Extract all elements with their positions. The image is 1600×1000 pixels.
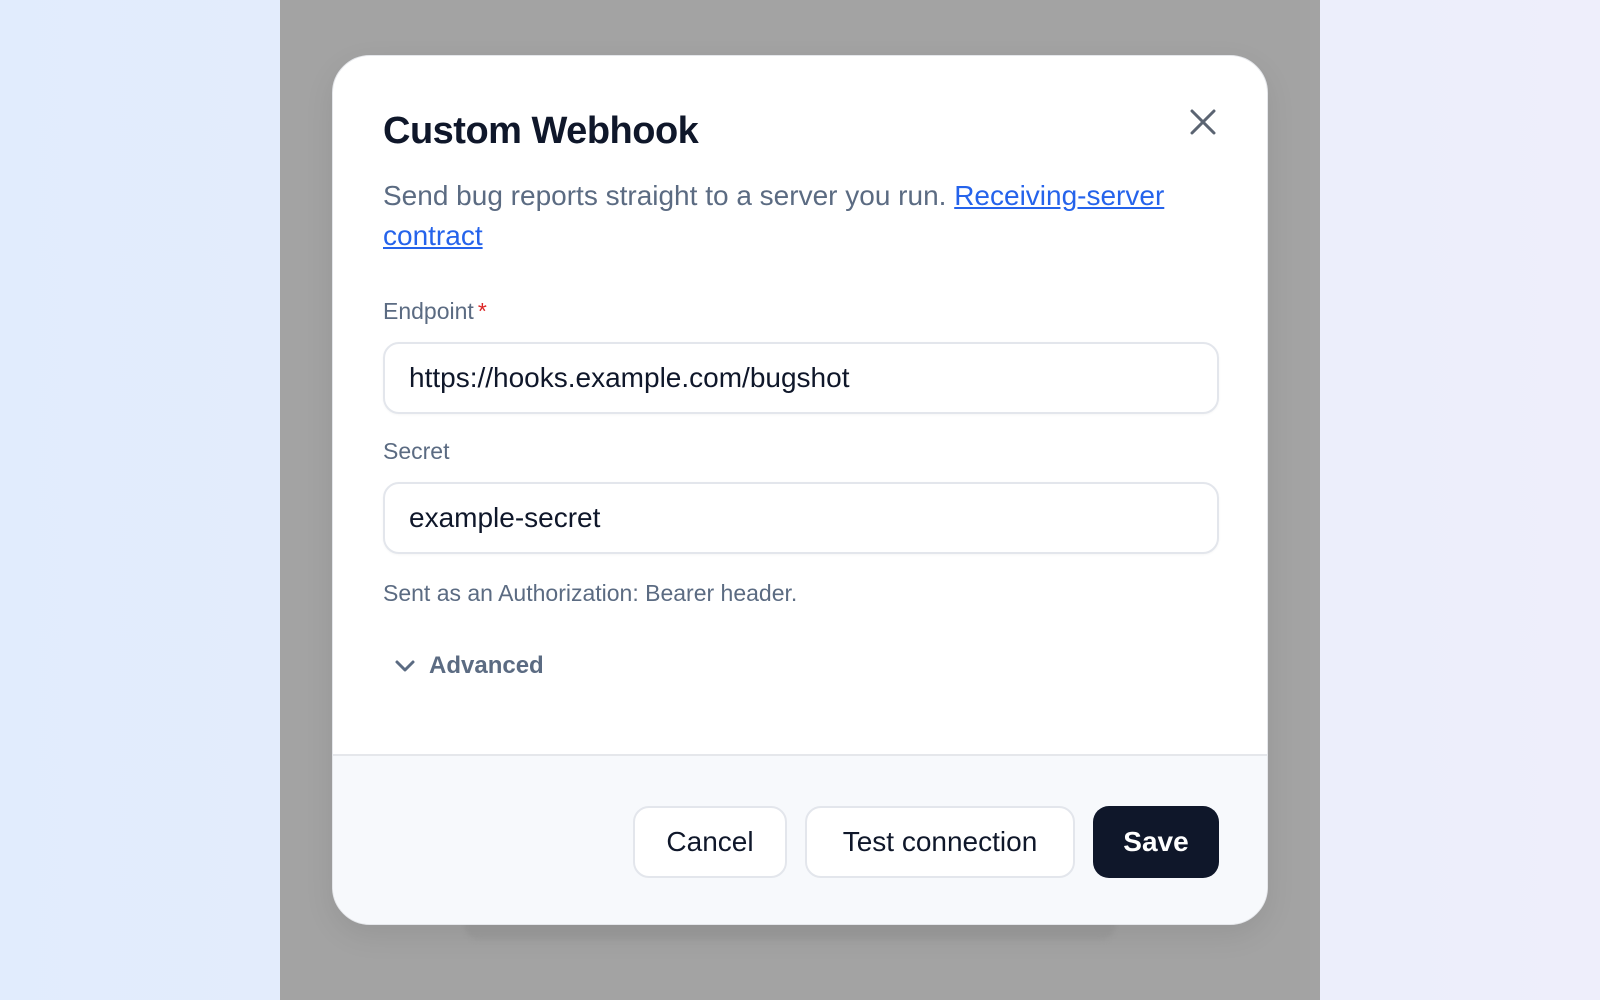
secret-label: Secret (383, 438, 450, 464)
secret-input[interactable] (383, 482, 1219, 554)
chevron-down-icon (395, 660, 415, 672)
endpoint-label-text: Endpoint (383, 298, 474, 324)
close-icon (1190, 109, 1216, 135)
secret-helper-text: Sent as an Authorization: Bearer header. (383, 580, 798, 606)
endpoint-label: Endpoint * (383, 298, 487, 325)
dialog-footer: Cancel Test connection Save (333, 754, 1267, 924)
dialog-description: Send bug reports straight to a server yo… (383, 176, 1203, 256)
description-text: Send bug reports straight to a server yo… (383, 180, 947, 211)
close-button[interactable] (1185, 104, 1221, 140)
save-button[interactable]: Save (1093, 806, 1219, 878)
dialog-title: Custom Webhook (383, 110, 699, 152)
cancel-button[interactable]: Cancel (633, 806, 787, 878)
advanced-label: Advanced (429, 652, 544, 679)
test-connection-button[interactable]: Test connection (805, 806, 1075, 878)
webhook-dialog: Custom Webhook Send bug reports straight… (332, 55, 1268, 925)
app-background: Custom Webhook Send bug reports straight… (0, 0, 1600, 1000)
endpoint-input[interactable] (383, 342, 1219, 414)
advanced-toggle[interactable]: Advanced (393, 646, 544, 686)
required-marker: * (477, 298, 487, 324)
